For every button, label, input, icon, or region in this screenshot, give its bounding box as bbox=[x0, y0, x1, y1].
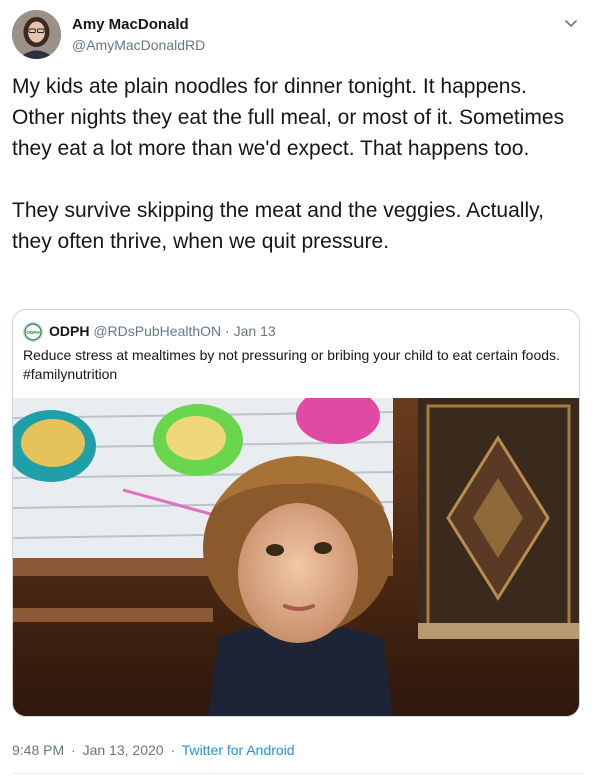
footer-separator-source: · bbox=[170, 742, 176, 758]
author-name[interactable]: Amy MacDonald bbox=[72, 16, 189, 33]
quoted-handle[interactable]: @RDsPubHealthON bbox=[93, 323, 221, 339]
quoted-photo[interactable] bbox=[13, 398, 579, 716]
svg-text:ODPH: ODPH bbox=[26, 330, 40, 335]
quoted-text: Reduce stress at mealtimes by not pressu… bbox=[23, 347, 560, 382]
tweet-text: My kids ate plain noodles for dinner ton… bbox=[12, 75, 565, 253]
divider bbox=[12, 773, 582, 774]
author-handle[interactable]: @AmyMacDonaldRD bbox=[72, 37, 205, 53]
tweet-footer: 9:48 PM · Jan 13, 2020 · Twitter for And… bbox=[12, 742, 295, 758]
tweet-time[interactable]: 9:48 PM bbox=[12, 742, 64, 758]
quoted-separator: · bbox=[225, 323, 230, 339]
quoted-tweet[interactable]: ODPH ODPH @RDsPubHealthON · Jan 13 Reduc… bbox=[12, 309, 580, 717]
quoted-header: ODPH @RDsPubHealthON · Jan 13 bbox=[49, 322, 276, 340]
odph-logo-icon: ODPH bbox=[24, 323, 42, 341]
child-photo-image bbox=[13, 398, 579, 716]
avatar-image bbox=[12, 10, 61, 59]
quoted-avatar[interactable]: ODPH bbox=[23, 322, 43, 342]
tweet: Amy MacDonald @AmyMacDonaldRD My kids at… bbox=[0, 0, 594, 778]
author-avatar[interactable] bbox=[12, 10, 61, 59]
tweet-source-link[interactable]: Twitter for Android bbox=[182, 742, 295, 758]
quoted-date[interactable]: Jan 13 bbox=[234, 323, 276, 339]
footer-separator: · bbox=[71, 742, 76, 758]
tweet-date[interactable]: Jan 13, 2020 bbox=[83, 742, 164, 758]
chevron-down-icon[interactable] bbox=[562, 14, 580, 32]
quoted-name[interactable]: ODPH bbox=[49, 323, 89, 339]
